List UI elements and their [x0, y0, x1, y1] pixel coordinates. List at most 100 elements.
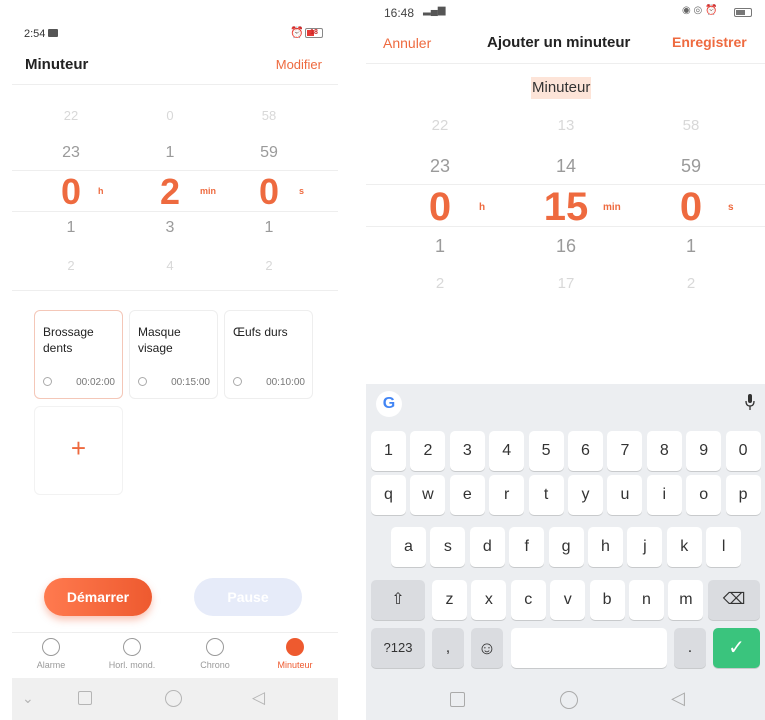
key-n[interactable]: n: [629, 580, 664, 620]
plus-icon: +: [70, 433, 87, 463]
key-9[interactable]: 9: [686, 431, 722, 471]
tab-world-clock[interactable]: Horl. mond.: [97, 638, 167, 670]
space-key[interactable]: [511, 628, 667, 668]
key-f[interactable]: f: [509, 527, 545, 567]
tab-alarm[interactable]: Alarme: [16, 638, 86, 670]
key-j[interactable]: j: [627, 527, 663, 567]
key-x[interactable]: x: [471, 580, 507, 620]
key-k[interactable]: k: [666, 527, 702, 567]
key-p[interactable]: p: [725, 475, 761, 515]
key-o[interactable]: o: [686, 475, 722, 515]
backspace-key[interactable]: ⌫: [708, 580, 760, 620]
bottom-tab-bar: Alarme Horl. mond. Chrono Minuteur: [12, 632, 338, 678]
symbols-key[interactable]: ?123: [371, 628, 425, 668]
key-c[interactable]: c: [510, 580, 546, 620]
edit-button[interactable]: Modifier: [276, 57, 322, 72]
picker-value: 0: [166, 108, 174, 123]
status-time: 16:48: [384, 6, 415, 20]
microphone-icon[interactable]: [745, 394, 755, 410]
picker-value: 3: [165, 219, 175, 236]
recent-apps-icon[interactable]: [450, 692, 465, 707]
key-b[interactable]: b: [589, 580, 625, 620]
key-v[interactable]: v: [550, 580, 586, 620]
key-r[interactable]: r: [489, 475, 525, 515]
key-5[interactable]: 5: [528, 431, 564, 471]
picker-value: 22: [63, 108, 79, 123]
key-m[interactable]: m: [668, 580, 704, 620]
key-3[interactable]: 3: [449, 431, 485, 471]
back-icon[interactable]: ◁: [252, 688, 265, 708]
key-h[interactable]: h: [588, 527, 623, 567]
recent-apps-icon[interactable]: [78, 691, 92, 705]
picker-line-bottom: [366, 226, 765, 227]
chevron-down-icon[interactable]: ⌄: [22, 690, 34, 707]
home-icon[interactable]: [165, 690, 182, 707]
battery-icon: [734, 8, 752, 17]
divider: [12, 84, 338, 85]
picker-value: 2: [435, 275, 445, 292]
back-icon[interactable]: ◁: [671, 688, 685, 709]
tab-stopwatch[interactable]: Chrono: [180, 638, 250, 670]
pause-button[interactable]: Pause: [194, 578, 302, 616]
key-a[interactable]: a: [391, 527, 426, 567]
key-2[interactable]: 2: [410, 431, 446, 471]
soft-keyboard: G 1234567890 qwertyuiop asdfghjkl zxcvbn…: [366, 384, 765, 678]
preset-card[interactable]: Œufs durs 00:10:00: [224, 310, 313, 399]
emoji-key[interactable]: ☺: [471, 628, 503, 668]
preset-time: 00:10:00: [266, 377, 305, 388]
picker-value: 14: [555, 156, 577, 176]
clock-icon: [233, 377, 242, 386]
key-t[interactable]: t: [528, 475, 564, 515]
start-button[interactable]: Démarrer: [44, 578, 152, 616]
preset-name: Brossage dents: [43, 325, 94, 355]
key-q[interactable]: q: [371, 475, 406, 515]
picker-value: 1: [685, 236, 696, 256]
key-i[interactable]: i: [646, 475, 682, 515]
right-screen: 16:48 ▂▄▆ ◉ ◎ ⏰ Annuler Ajouter un minut…: [366, 0, 765, 720]
preset-card[interactable]: Masque visage 00:15:00: [129, 310, 218, 399]
key-8[interactable]: 8: [646, 431, 682, 471]
preset-card[interactable]: Brossage dents 00:02:00: [34, 310, 123, 399]
alarm-clock-icon: [42, 638, 60, 656]
key-e[interactable]: e: [449, 475, 485, 515]
shift-key[interactable]: ⇧: [371, 580, 425, 620]
picker-value: 2: [686, 275, 696, 292]
status-time: 2:54: [24, 28, 46, 40]
key-u[interactable]: u: [607, 475, 643, 515]
key-y[interactable]: y: [568, 475, 603, 515]
comma-key[interactable]: ,: [432, 628, 464, 668]
image-notification-icon: [48, 29, 58, 37]
key-s[interactable]: s: [430, 527, 466, 567]
picker-value: 1: [165, 144, 175, 161]
tab-label: Minuteur: [277, 660, 313, 670]
key-0[interactable]: 0: [725, 431, 761, 471]
key-d[interactable]: d: [469, 527, 505, 567]
key-l[interactable]: l: [706, 527, 742, 567]
alarm-status-icon: ⏰: [290, 27, 304, 39]
timer-icon: [286, 638, 304, 656]
key-7[interactable]: 7: [607, 431, 643, 471]
save-button[interactable]: Enregistrer: [672, 34, 747, 50]
picker-value: 2: [265, 258, 273, 273]
seconds-unit: s: [728, 202, 734, 213]
key-6[interactable]: 6: [568, 431, 603, 471]
picker-value: 1: [434, 236, 445, 256]
divider: [12, 290, 338, 291]
key-1[interactable]: 1: [371, 431, 406, 471]
period-key[interactable]: .: [674, 628, 706, 668]
key-w[interactable]: w: [410, 475, 446, 515]
key-z[interactable]: z: [432, 580, 467, 620]
enter-key[interactable]: ✓: [713, 628, 760, 668]
preset-time: 00:15:00: [171, 377, 210, 388]
cancel-button[interactable]: Annuler: [383, 35, 431, 51]
key-4[interactable]: 4: [489, 431, 525, 471]
key-g[interactable]: g: [548, 527, 584, 567]
minutes-unit: min: [200, 186, 217, 196]
picker-value: 23: [429, 156, 451, 176]
google-icon[interactable]: G: [376, 391, 402, 417]
add-preset-button[interactable]: +: [34, 406, 123, 495]
home-icon[interactable]: [560, 691, 578, 709]
picker-value: 4: [166, 258, 174, 273]
tab-timer[interactable]: Minuteur: [260, 638, 330, 670]
timer-name-field[interactable]: Minuteur: [531, 77, 592, 99]
